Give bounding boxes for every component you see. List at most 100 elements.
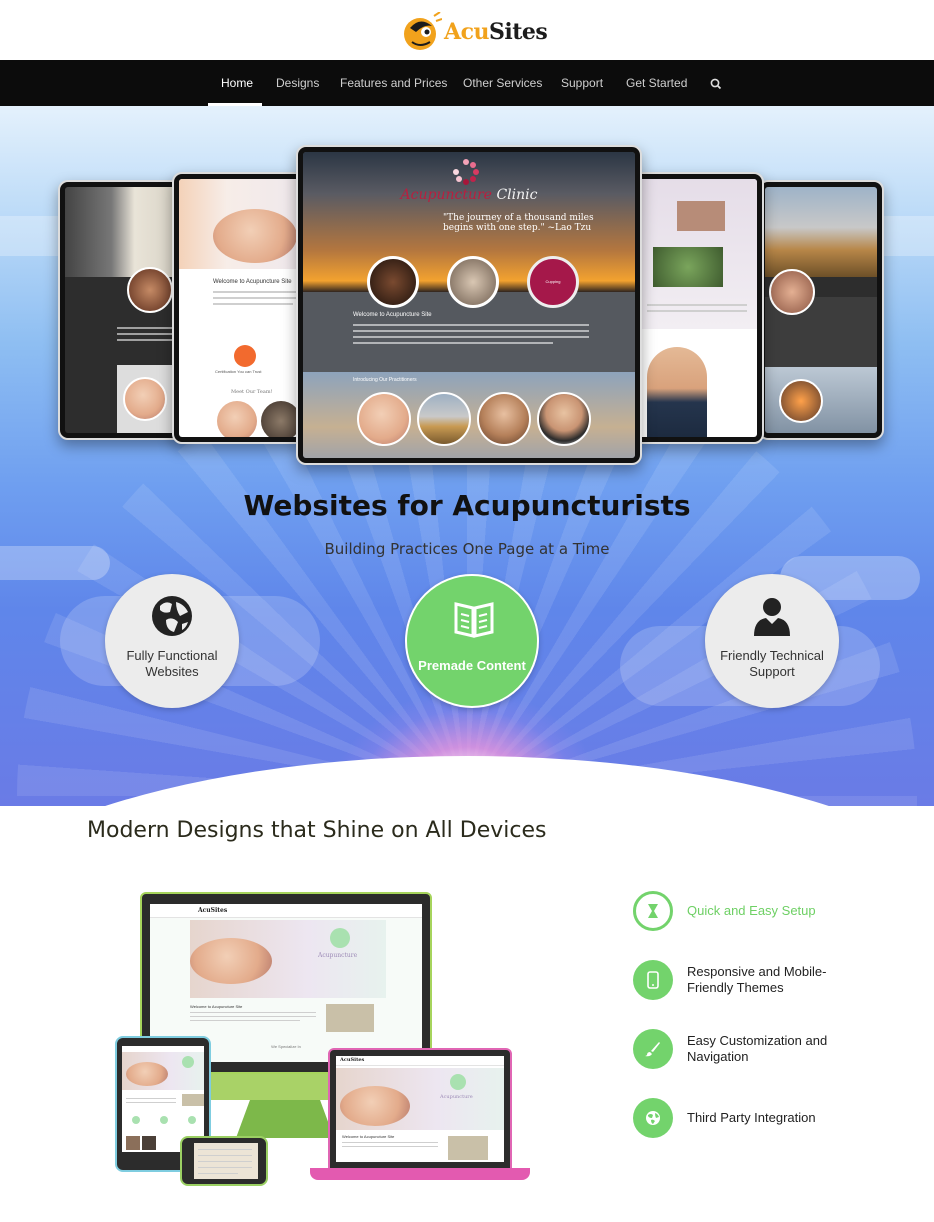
showcase-tablet-mid-left: Welcome to Acupuncture Site Certificatio…	[172, 172, 306, 444]
nav-item-get-started[interactable]: Get Started	[626, 60, 687, 106]
tablet-screen	[65, 187, 181, 433]
mini-acupuncture-title: Acupuncture	[440, 1094, 473, 1100]
relaxing-woman-photo	[340, 1086, 410, 1126]
team-heading: Meet Our Team!	[231, 389, 273, 395]
text-line	[647, 310, 747, 312]
text-line	[198, 1155, 252, 1156]
mini-navbar: AcuSites	[150, 904, 422, 918]
search-icon[interactable]	[709, 76, 723, 90]
feature-label: Fully Functional Websites	[126, 648, 218, 679]
tea-photo	[448, 1136, 488, 1160]
practitioner-photo	[477, 392, 531, 446]
lotus-icon	[450, 1074, 466, 1090]
brush-icon	[645, 1042, 660, 1057]
showcase-tablet-center: Acupuncture Clinic "The journey of a tho…	[296, 145, 642, 465]
benefit-easy-customization[interactable]: Easy Customization and Navigation	[633, 1029, 853, 1069]
nav-item-designs[interactable]: Designs	[276, 60, 319, 106]
service-circle-cupping: Cupping	[527, 256, 579, 308]
lotus-icon	[330, 928, 350, 948]
site-header: AcuSites	[0, 0, 934, 60]
section-title-devices: Modern Designs that Shine on All Devices	[87, 818, 547, 843]
hero-title: Websites for Acupuncturists	[243, 489, 691, 522]
herbs-photo	[653, 247, 723, 287]
nav-item-support[interactable]: Support	[561, 60, 603, 106]
team-photo	[217, 401, 257, 437]
hourglass-icon	[648, 904, 658, 918]
benefit-icon-circle	[633, 1029, 673, 1069]
nav-item-home[interactable]: Home	[221, 60, 253, 106]
text-line	[126, 1102, 176, 1103]
laptop-base	[310, 1168, 530, 1180]
feature-label: Friendly Technical Support	[720, 648, 824, 679]
laptop-mockup: AcuSites Acupuncture Welcome to Acupunct…	[328, 1048, 512, 1170]
service-photo	[677, 201, 725, 231]
service-circle-acupuncture	[367, 256, 419, 308]
book-icon	[452, 596, 496, 640]
benefit-third-party-integration[interactable]: Third Party Integration	[633, 1098, 853, 1138]
mountain-banner	[765, 187, 877, 277]
team-photo	[142, 1136, 156, 1150]
clinic-title: Acupuncture Clinic	[303, 187, 635, 203]
text-line	[198, 1161, 252, 1162]
site-logo[interactable]: AcuSites	[402, 10, 548, 54]
phone-mockup	[180, 1136, 268, 1186]
benefit-icon-circle	[633, 960, 673, 1000]
feature-friendly-technical-support[interactable]: Friendly Technical Support	[705, 574, 839, 708]
mobile-icon	[647, 971, 659, 989]
text-line	[213, 291, 299, 293]
text-line	[342, 1142, 438, 1143]
benefit-responsive-themes[interactable]: Responsive and Mobile-Friendly Themes	[633, 960, 853, 1000]
text-line	[647, 304, 747, 306]
screen-banner	[65, 187, 181, 277]
relaxing-woman-photo	[126, 1062, 168, 1086]
mini-navbar: AcuSites	[336, 1056, 504, 1066]
relaxing-woman-photo	[213, 209, 297, 263]
sunset-photo	[779, 379, 823, 423]
nav-item-features-and-prices[interactable]: Features and Prices	[340, 60, 447, 106]
lotus-icon	[182, 1056, 194, 1068]
lao-tzu-quote: "The journey of a thousand miles begins …	[443, 213, 594, 233]
text-line	[190, 1020, 300, 1021]
team-photo	[261, 401, 299, 437]
laptop-screen: AcuSites Acupuncture Welcome to Acupunct…	[336, 1056, 504, 1162]
text-line	[342, 1146, 438, 1147]
text-line	[213, 297, 299, 299]
service-icon	[160, 1116, 168, 1124]
practitioners-heading: Introducing Our Practitioners	[353, 377, 417, 383]
showcase-tablet-far-right	[758, 180, 884, 440]
person-icon	[750, 594, 794, 638]
relaxing-woman-photo	[190, 938, 272, 984]
practitioner-photo	[357, 392, 411, 446]
feature-fully-functional-websites[interactable]: Fully Functional Websites	[105, 574, 239, 708]
benefit-icon-circle	[633, 1098, 673, 1138]
benefit-icon-circle	[633, 891, 673, 931]
service-icon	[188, 1116, 196, 1124]
nav-item-other-services[interactable]: Other Services	[463, 60, 542, 106]
cupping-label: Cupping	[545, 279, 561, 284]
tea-photo	[326, 1004, 374, 1032]
text-line	[353, 324, 589, 326]
welcome-heading: Welcome to Acupuncture Site	[213, 279, 292, 285]
certification-label: Certification You can Trust	[215, 369, 262, 374]
practitioner-photo	[123, 377, 167, 421]
benefit-label: Quick and Easy Setup	[687, 903, 816, 918]
service-icon	[132, 1116, 140, 1124]
text-line	[190, 1012, 316, 1013]
practitioner-photo	[537, 392, 591, 446]
service-photo	[769, 269, 815, 315]
hero-subtitle: Building Practices One Page at a Time	[324, 540, 610, 558]
benefit-quick-and-easy-setup[interactable]: Quick and Easy Setup	[633, 891, 853, 931]
tablet-screen	[637, 179, 757, 437]
showcase-tablet-mid-right	[630, 172, 764, 444]
tablet-screen: Acupuncture Clinic "The journey of a tho…	[303, 152, 635, 458]
treatment-photo	[127, 267, 173, 313]
mini-welcome: Welcome to Acupuncture Site	[342, 1134, 395, 1139]
logo-mark-icon	[402, 11, 443, 52]
practitioner-photo	[417, 392, 471, 446]
text-line	[198, 1173, 238, 1174]
globe-icon	[646, 1111, 660, 1125]
feature-premade-content[interactable]: Premade Content	[405, 574, 539, 708]
mini-welcome: Welcome to Acupuncture Site	[190, 1004, 243, 1009]
team-photo	[126, 1136, 140, 1150]
logo-text: AcuSites	[444, 19, 548, 45]
